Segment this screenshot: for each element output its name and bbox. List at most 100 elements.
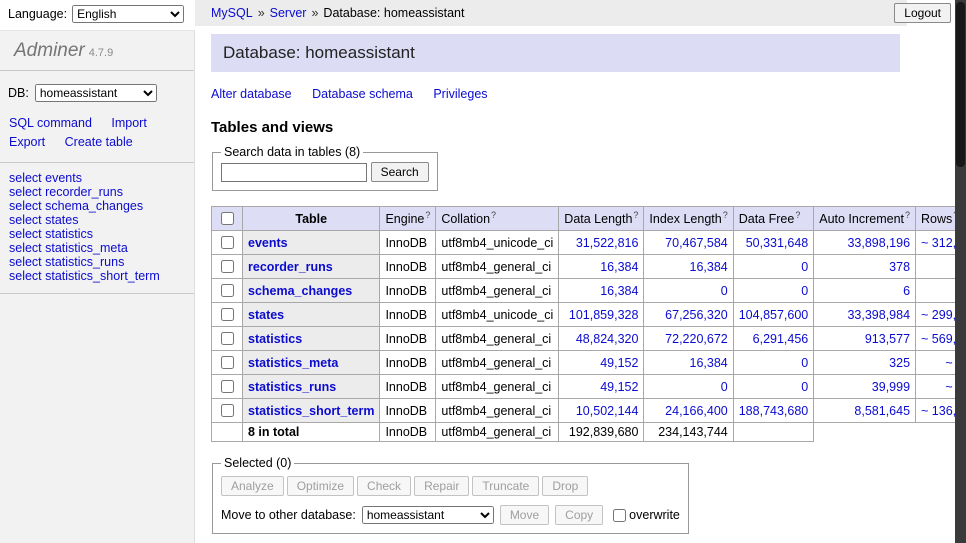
repair-button[interactable]: Repair bbox=[414, 476, 469, 496]
auto-increment-link[interactable]: 378 bbox=[889, 260, 910, 274]
row-checkbox[interactable] bbox=[221, 308, 234, 321]
auto-increment-link[interactable]: 39,999 bbox=[872, 380, 910, 394]
row-checkbox[interactable] bbox=[221, 284, 234, 297]
analyze-button[interactable]: Analyze bbox=[221, 476, 284, 496]
data-free-link[interactable]: 188,743,680 bbox=[739, 404, 809, 418]
auto-increment-link[interactable]: 6 bbox=[903, 284, 910, 298]
rows-link[interactable]: ~ 569,159 bbox=[921, 332, 955, 346]
table-row: statisticsInnoDButf8mb4_general_ci48,824… bbox=[212, 327, 956, 351]
table-name-link[interactable]: events bbox=[248, 236, 288, 250]
index-length-link[interactable]: 0 bbox=[721, 284, 728, 298]
data-length-link[interactable]: 31,522,816 bbox=[576, 236, 639, 250]
row-checkbox[interactable] bbox=[221, 404, 234, 417]
index-length-link[interactable]: 16,384 bbox=[690, 356, 728, 370]
database-schema-link[interactable]: Database schema bbox=[312, 87, 413, 101]
auto-increment-link[interactable]: 8,581,645 bbox=[854, 404, 910, 418]
data-length-link[interactable]: 16,384 bbox=[600, 260, 638, 274]
table-name-link[interactable]: statistics_runs bbox=[248, 380, 336, 394]
data-length-link[interactable]: 101,859,328 bbox=[569, 308, 639, 322]
optimize-button[interactable]: Optimize bbox=[287, 476, 354, 496]
row-checkbox[interactable] bbox=[221, 260, 234, 273]
sidebar-table-link[interactable]: select statistics_short_term bbox=[9, 269, 185, 283]
table-name-cell: schema_changes bbox=[243, 279, 380, 303]
help-link[interactable]: ? bbox=[633, 210, 638, 220]
copy-button[interactable]: Copy bbox=[555, 505, 603, 525]
sidebar-table-link[interactable]: select statistics_runs bbox=[9, 255, 185, 269]
auto-increment-link[interactable]: 325 bbox=[889, 356, 910, 370]
data-free-link[interactable]: 0 bbox=[801, 380, 808, 394]
scrollbar-thumb[interactable] bbox=[956, 2, 965, 167]
help-link[interactable]: ? bbox=[491, 210, 496, 220]
privileges-link[interactable]: Privileges bbox=[433, 87, 487, 101]
help-link[interactable]: ? bbox=[425, 210, 430, 220]
select-all-checkbox[interactable] bbox=[221, 212, 234, 225]
data-length-cell: 49,152 bbox=[559, 351, 644, 375]
overwrite-checkbox[interactable] bbox=[613, 509, 626, 522]
table-name-link[interactable]: statistics_short_term bbox=[248, 404, 374, 418]
rows-link[interactable]: ~ 136,108 bbox=[921, 404, 955, 418]
index-length-link[interactable]: 67,256,320 bbox=[665, 308, 728, 322]
index-length-link[interactable]: 16,384 bbox=[690, 260, 728, 274]
row-checkbox[interactable] bbox=[221, 380, 234, 393]
data-free-link[interactable]: 6,291,456 bbox=[753, 332, 809, 346]
table-name-link[interactable]: schema_changes bbox=[248, 284, 352, 298]
data-free-link[interactable]: 50,331,648 bbox=[746, 236, 809, 250]
sidebar-create-table-link[interactable]: Create table bbox=[65, 135, 133, 149]
check-button[interactable]: Check bbox=[357, 476, 411, 496]
help-link[interactable]: ? bbox=[905, 210, 910, 220]
sidebar-table-link[interactable]: select statistics bbox=[9, 227, 185, 241]
breadcrumb-server-link[interactable]: Server bbox=[270, 6, 307, 20]
db-select[interactable]: homeassistant bbox=[35, 84, 157, 102]
index-length-link[interactable]: 70,467,584 bbox=[665, 236, 728, 250]
table-name-link[interactable]: states bbox=[248, 308, 284, 322]
sidebar-table-link[interactable]: select recorder_runs bbox=[9, 185, 185, 199]
rows-link[interactable]: ~ 299,833 bbox=[921, 308, 955, 322]
search-input[interactable] bbox=[221, 163, 367, 182]
logout-button[interactable]: Logout bbox=[894, 3, 951, 23]
move-db-select[interactable]: homeassistant bbox=[362, 506, 494, 524]
row-checkbox[interactable] bbox=[221, 332, 234, 345]
data-length-link[interactable]: 10,502,144 bbox=[576, 404, 639, 418]
drop-button[interactable]: Drop bbox=[542, 476, 588, 496]
table-name-link[interactable]: recorder_runs bbox=[248, 260, 333, 274]
auto-increment-link[interactable]: 913,577 bbox=[865, 332, 910, 346]
sidebar-table-link[interactable]: select statistics_meta bbox=[9, 241, 185, 255]
alter-database-link[interactable]: Alter database bbox=[211, 87, 292, 101]
row-checkbox[interactable] bbox=[221, 356, 234, 369]
db-selector-row: DB: homeassistant bbox=[0, 71, 194, 106]
export-link[interactable]: Export bbox=[9, 135, 45, 149]
move-button[interactable]: Move bbox=[500, 505, 549, 525]
data-free-link[interactable]: 0 bbox=[801, 356, 808, 370]
data-free-link[interactable]: 0 bbox=[801, 284, 808, 298]
sidebar-table-link[interactable]: select states bbox=[9, 213, 185, 227]
table-name-cell: statistics_runs bbox=[243, 375, 380, 399]
import-link[interactable]: Import bbox=[111, 116, 146, 130]
rows-link[interactable]: ~ 628 bbox=[945, 380, 955, 394]
sql-command-link[interactable]: SQL command bbox=[9, 116, 92, 130]
help-link[interactable]: ? bbox=[723, 210, 728, 220]
rows-link[interactable]: ~ 244 bbox=[945, 356, 955, 370]
breadcrumb-mysql-link[interactable]: MySQL bbox=[211, 6, 253, 20]
data-free-link[interactable]: 104,857,600 bbox=[739, 308, 809, 322]
data-free-link[interactable]: 0 bbox=[801, 260, 808, 274]
index-length-link[interactable]: 24,166,400 bbox=[665, 404, 728, 418]
search-button[interactable]: Search bbox=[371, 162, 429, 182]
index-length-link[interactable]: 0 bbox=[721, 380, 728, 394]
table-name-link[interactable]: statistics bbox=[248, 332, 302, 346]
truncate-button[interactable]: Truncate bbox=[472, 476, 539, 496]
data-length-link[interactable]: 16,384 bbox=[600, 284, 638, 298]
data-length-link[interactable]: 49,152 bbox=[600, 356, 638, 370]
sidebar-table-link[interactable]: select schema_changes bbox=[9, 199, 185, 213]
vertical-scrollbar[interactable] bbox=[955, 0, 966, 543]
sidebar-table-link[interactable]: select events bbox=[9, 171, 185, 185]
auto-increment-link[interactable]: 33,398,984 bbox=[847, 308, 910, 322]
row-checkbox[interactable] bbox=[221, 236, 234, 249]
data-length-link[interactable]: 48,824,320 bbox=[576, 332, 639, 346]
table-name-link[interactable]: statistics_meta bbox=[248, 356, 338, 370]
auto-increment-link[interactable]: 33,898,196 bbox=[847, 236, 910, 250]
rows-link[interactable]: ~ 312,180 bbox=[921, 236, 955, 250]
index-length-link[interactable]: 72,220,672 bbox=[665, 332, 728, 346]
data-length-link[interactable]: 49,152 bbox=[600, 380, 638, 394]
language-select[interactable]: English bbox=[72, 5, 184, 23]
help-link[interactable]: ? bbox=[795, 210, 800, 220]
